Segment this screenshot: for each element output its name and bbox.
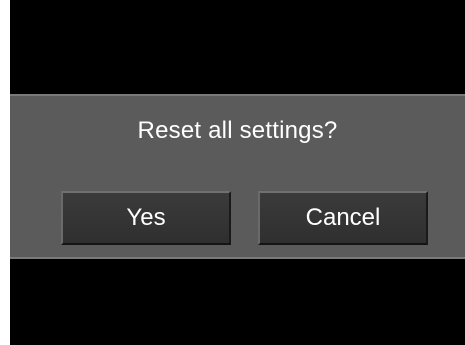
cancel-button[interactable]: Cancel — [258, 191, 428, 245]
cancel-button-label: Cancel — [305, 204, 381, 231]
display-area: Reset all settings? Yes Cancel — [10, 0, 465, 345]
dialog-message: Reset all settings? — [137, 117, 338, 144]
confirm-dialog: Reset all settings? Yes Cancel — [10, 94, 465, 259]
yes-button-label: Yes — [126, 204, 166, 231]
yes-button[interactable]: Yes — [61, 191, 231, 245]
camera-screen: Reset all settings? Yes Cancel — [0, 0, 465, 345]
